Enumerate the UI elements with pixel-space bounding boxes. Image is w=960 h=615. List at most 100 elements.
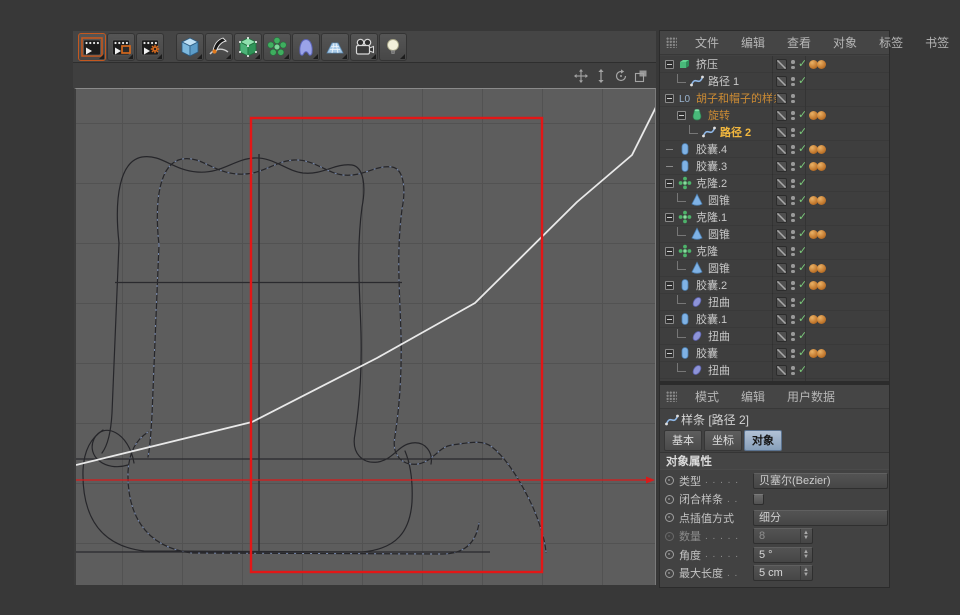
- deformer-button[interactable]: [292, 33, 320, 61]
- object-label[interactable]: 胶囊.2: [692, 277, 727, 293]
- object-manager-menu-item[interactable]: 文件: [684, 34, 730, 51]
- tree-row[interactable]: 圆锥✓: [660, 260, 889, 277]
- layer-color-box[interactable]: [776, 263, 787, 274]
- tree-row[interactable]: 胶囊.1✓: [660, 311, 889, 328]
- tag-icon[interactable]: [817, 315, 826, 324]
- object-manager-menu-item[interactable]: 编辑: [730, 34, 776, 51]
- toggle-view-icon[interactable]: [634, 69, 648, 83]
- object-label[interactable]: 胶囊.3: [692, 158, 727, 174]
- keyframe-circle-icon[interactable]: [665, 532, 674, 541]
- dolly-icon[interactable]: [594, 69, 608, 83]
- expand-toggle-icon[interactable]: [665, 94, 674, 103]
- 闭合样条-checkbox[interactable]: [753, 494, 764, 505]
- visibility-dots[interactable]: [791, 77, 795, 87]
- viewport-canvas[interactable]: [74, 88, 656, 585]
- visibility-dots[interactable]: [791, 230, 795, 240]
- object-label[interactable]: 克隆.2: [692, 175, 727, 191]
- layer-color-box[interactable]: [776, 297, 787, 308]
- layer-color-box[interactable]: [776, 365, 787, 376]
- tree-row[interactable]: L0胡子和帽子的样条: [660, 90, 889, 107]
- object-manager-menu-item[interactable]: 书签: [914, 34, 960, 51]
- expand-toggle-icon[interactable]: [665, 349, 674, 358]
- object-label[interactable]: 胶囊.1: [692, 311, 727, 327]
- layer-color-box[interactable]: [776, 127, 787, 138]
- tag-icon[interactable]: [817, 264, 826, 273]
- object-label[interactable]: 扭曲: [704, 362, 730, 378]
- visibility-dots[interactable]: [791, 366, 795, 376]
- layer-color-box[interactable]: [776, 331, 787, 342]
- object-manager-menu-item[interactable]: 查看: [776, 34, 822, 51]
- profile-spline-solid[interactable]: [83, 157, 431, 552]
- layer-color-box[interactable]: [776, 212, 787, 223]
- object-label[interactable]: 胡子和帽子的样条: [692, 90, 784, 106]
- object-label[interactable]: 胶囊.4: [692, 141, 727, 157]
- object-manager-menu-item[interactable]: 标签: [868, 34, 914, 51]
- object-label[interactable]: 胶囊: [692, 345, 718, 361]
- visibility-dots[interactable]: [791, 332, 795, 342]
- tag-icon[interactable]: [817, 162, 826, 171]
- stepper-arrows-icon[interactable]: ▲▼: [800, 548, 811, 562]
- object-label[interactable]: 挤压: [692, 56, 718, 72]
- layer-color-box[interactable]: [776, 314, 787, 325]
- tree-row[interactable]: 旋转✓: [660, 107, 889, 124]
- floor-button[interactable]: [321, 33, 349, 61]
- visibility-dots[interactable]: [791, 128, 795, 138]
- 角度-input[interactable]: 5 °▲▼: [753, 547, 813, 563]
- render-region-button[interactable]: [107, 33, 135, 61]
- layer-color-box[interactable]: [776, 178, 787, 189]
- rotate-icon[interactable]: [614, 69, 628, 83]
- layer-color-box[interactable]: [776, 229, 787, 240]
- tree-row[interactable]: 胶囊.4✓: [660, 141, 889, 158]
- tab-坐标[interactable]: 坐标: [704, 430, 742, 451]
- object-label[interactable]: 克隆.1: [692, 209, 727, 225]
- expand-toggle-icon[interactable]: [677, 111, 686, 120]
- layer-color-box[interactable]: [776, 93, 787, 104]
- visibility-dots[interactable]: [791, 196, 795, 206]
- object-label[interactable]: 旋转: [704, 107, 730, 123]
- tree-row[interactable]: 胶囊.2✓: [660, 277, 889, 294]
- tag-icon[interactable]: [817, 196, 826, 205]
- object-label[interactable]: 圆锥: [704, 192, 730, 208]
- tag-icon[interactable]: [817, 230, 826, 239]
- tree-row[interactable]: 克隆.2✓: [660, 175, 889, 192]
- tree-row[interactable]: 克隆✓: [660, 243, 889, 260]
- pan-icon[interactable]: [574, 69, 588, 83]
- keyframe-circle-icon[interactable]: [665, 569, 674, 578]
- expand-toggle-icon[interactable]: [665, 315, 674, 324]
- visibility-dots[interactable]: [791, 264, 795, 274]
- selection-rectangle[interactable]: [251, 118, 542, 572]
- profile-spline-selected[interactable]: [128, 159, 546, 554]
- keyframe-circle-icon[interactable]: [665, 513, 674, 522]
- object-label[interactable]: 克隆: [692, 243, 718, 259]
- object-label[interactable]: 扭曲: [704, 294, 730, 310]
- object-label[interactable]: 路径 2: [716, 124, 751, 140]
- visibility-dots[interactable]: [791, 281, 795, 291]
- visibility-dots[interactable]: [791, 298, 795, 308]
- expand-toggle-icon[interactable]: [665, 281, 674, 290]
- light-button[interactable]: [379, 33, 407, 61]
- visibility-dots[interactable]: [791, 60, 795, 70]
- keyframe-circle-icon[interactable]: [665, 476, 674, 485]
- object-label[interactable]: 圆锥: [704, 226, 730, 242]
- keyframe-circle-icon[interactable]: [665, 495, 674, 504]
- tree-row[interactable]: 胶囊.3✓: [660, 158, 889, 175]
- attribute-manager-menu-item[interactable]: 编辑: [730, 388, 776, 405]
- attribute-manager-menu-item[interactable]: 用户数据: [776, 388, 846, 405]
- object-manager-menu-item[interactable]: 对象: [822, 34, 868, 51]
- expand-toggle-icon[interactable]: [665, 60, 674, 69]
- spline-pen-button[interactable]: [205, 33, 233, 61]
- visibility-dots[interactable]: [791, 349, 795, 359]
- attribute-manager-menu-item[interactable]: 模式: [684, 388, 730, 405]
- 类型-dropdown[interactable]: 贝塞尔(Bezier): [753, 473, 888, 489]
- 最大长度-input[interactable]: 5 cm▲▼: [753, 565, 813, 581]
- layer-color-box[interactable]: [776, 161, 787, 172]
- tree-row[interactable]: 胶囊✓: [660, 345, 889, 362]
- visibility-dots[interactable]: [791, 247, 795, 257]
- render-view-button[interactable]: [78, 33, 106, 61]
- subdivision-surface-button[interactable]: [234, 33, 262, 61]
- panel-grip-icon[interactable]: [666, 37, 677, 48]
- tree-row[interactable]: 扭曲✓: [660, 362, 889, 379]
- keyframe-circle-icon[interactable]: [665, 550, 674, 559]
- layer-color-box[interactable]: [776, 280, 787, 291]
- tag-icon[interactable]: [817, 111, 826, 120]
